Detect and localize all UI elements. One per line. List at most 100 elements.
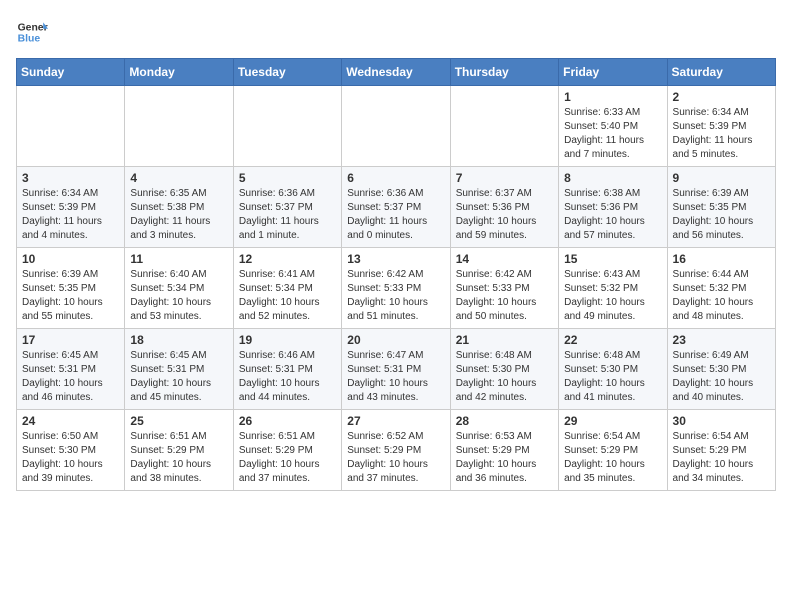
day-info: Sunrise: 6:41 AM Sunset: 5:34 PM Dayligh…	[239, 268, 336, 324]
day-info: Sunrise: 6:35 AM Sunset: 5:38 PM Dayligh…	[130, 187, 227, 243]
calendar-cell: 25 Sunrise: 6:51 AM Sunset: 5:29 PM Dayli…	[125, 410, 233, 491]
day-number: 24	[22, 414, 119, 428]
day-info: Sunrise: 6:51 AM Sunset: 5:29 PM Dayligh…	[130, 430, 227, 486]
day-info: Sunrise: 6:51 AM Sunset: 5:29 PM Dayligh…	[239, 430, 336, 486]
calendar-cell: 28Sunrise: 6:53 AM Sunset: 5:29 PM Dayli…	[450, 410, 558, 491]
day-number: 17	[22, 333, 119, 347]
calendar-cell: 8 Sunrise: 6:38 AM Sunset: 5:36 PM Daylig…	[559, 167, 667, 248]
weekday-header-friday: Friday	[559, 59, 667, 86]
calendar-cell: 1Sunrise: 6:33 AM Sunset: 5:40 PM Daylig…	[559, 86, 667, 167]
svg-text:Blue: Blue	[18, 34, 41, 45]
day-number: 15	[564, 252, 661, 266]
weekday-header-saturday: Saturday	[667, 59, 775, 86]
calendar-cell: 18 Sunrise: 6:45 AM Sunset: 5:31 PM Dayli…	[125, 329, 233, 410]
calendar-cell: 20 Sunrise: 6:47 AM Sunset: 5:31 PM Dayli…	[342, 329, 450, 410]
weekday-header-row: SundayMondayTuesdayWednesdayThursdayFrid…	[17, 59, 776, 86]
day-number: 16	[673, 252, 770, 266]
day-number: 22	[564, 333, 661, 347]
day-number: 8	[564, 171, 661, 185]
day-info: Sunrise: 6:54 AM Sunset: 5:29 PM Dayligh…	[564, 430, 661, 486]
day-number: 19	[239, 333, 336, 347]
day-info: Sunrise: 6:42 AM Sunset: 5:33 PM Dayligh…	[347, 268, 444, 324]
day-number: 11	[130, 252, 227, 266]
calendar-cell: 14 Sunrise: 6:42 AM Sunset: 5:33 PM Dayli…	[450, 248, 558, 329]
calendar-cell: 16 Sunrise: 6:44 AM Sunset: 5:32 PM Dayli…	[667, 248, 775, 329]
weekday-header-thursday: Thursday	[450, 59, 558, 86]
day-info: Sunrise: 6:39 AM Sunset: 5:35 PM Dayligh…	[673, 187, 770, 243]
day-info: Sunrise: 6:49 AM Sunset: 5:30 PM Dayligh…	[673, 349, 770, 405]
calendar-cell: 13 Sunrise: 6:42 AM Sunset: 5:33 PM Dayli…	[342, 248, 450, 329]
week-row-2: 3 Sunrise: 6:34 AM Sunset: 5:39 PM Daylig…	[17, 167, 776, 248]
logo: General Blue	[16, 16, 48, 48]
weekday-header-sunday: Sunday	[17, 59, 125, 86]
calendar-cell: 4 Sunrise: 6:35 AM Sunset: 5:38 PM Daylig…	[125, 167, 233, 248]
day-info: Sunrise: 6:37 AM Sunset: 5:36 PM Dayligh…	[456, 187, 553, 243]
day-number: 25	[130, 414, 227, 428]
day-number: 20	[347, 333, 444, 347]
day-number: 21	[456, 333, 553, 347]
calendar-cell: 12 Sunrise: 6:41 AM Sunset: 5:34 PM Dayli…	[233, 248, 341, 329]
day-number: 12	[239, 252, 336, 266]
day-info: Sunrise: 6:43 AM Sunset: 5:32 PM Dayligh…	[564, 268, 661, 324]
weekday-header-monday: Monday	[125, 59, 233, 86]
day-info: Sunrise: 6:42 AM Sunset: 5:33 PM Dayligh…	[456, 268, 553, 324]
calendar-cell: 23 Sunrise: 6:49 AM Sunset: 5:30 PM Dayli…	[667, 329, 775, 410]
day-info: Sunrise: 6:47 AM Sunset: 5:31 PM Dayligh…	[347, 349, 444, 405]
day-info: Sunrise: 6:50 AM Sunset: 5:30 PM Dayligh…	[22, 430, 119, 486]
calendar-cell: 29Sunrise: 6:54 AM Sunset: 5:29 PM Dayli…	[559, 410, 667, 491]
day-info: Sunrise: 6:54 AM Sunset: 5:29 PM Dayligh…	[673, 430, 770, 486]
day-number: 26	[239, 414, 336, 428]
day-number: 4	[130, 171, 227, 185]
calendar-cell: 11 Sunrise: 6:40 AM Sunset: 5:34 PM Dayli…	[125, 248, 233, 329]
calendar-cell	[125, 86, 233, 167]
week-row-5: 24 Sunrise: 6:50 AM Sunset: 5:30 PM Dayli…	[17, 410, 776, 491]
calendar-cell: 27 Sunrise: 6:52 AM Sunset: 5:29 PM Dayli…	[342, 410, 450, 491]
calendar-cell: 5 Sunrise: 6:36 AM Sunset: 5:37 PM Daylig…	[233, 167, 341, 248]
day-number: 3	[22, 171, 119, 185]
day-info: Sunrise: 6:38 AM Sunset: 5:36 PM Dayligh…	[564, 187, 661, 243]
day-number: 30	[673, 414, 770, 428]
day-info: Sunrise: 6:39 AM Sunset: 5:35 PM Dayligh…	[22, 268, 119, 324]
week-row-4: 17 Sunrise: 6:45 AM Sunset: 5:31 PM Dayli…	[17, 329, 776, 410]
day-number: 7	[456, 171, 553, 185]
week-row-3: 10 Sunrise: 6:39 AM Sunset: 5:35 PM Dayli…	[17, 248, 776, 329]
day-info: Sunrise: 6:36 AM Sunset: 5:37 PM Dayligh…	[347, 187, 444, 243]
calendar-cell: 30 Sunrise: 6:54 AM Sunset: 5:29 PM Dayli…	[667, 410, 775, 491]
day-info: Sunrise: 6:44 AM Sunset: 5:32 PM Dayligh…	[673, 268, 770, 324]
day-info: Sunrise: 6:52 AM Sunset: 5:29 PM Dayligh…	[347, 430, 444, 486]
day-number: 23	[673, 333, 770, 347]
day-info: Sunrise: 6:48 AM Sunset: 5:30 PM Dayligh…	[564, 349, 661, 405]
day-number: 14	[456, 252, 553, 266]
calendar-cell: 22 Sunrise: 6:48 AM Sunset: 5:30 PM Dayli…	[559, 329, 667, 410]
day-number: 28	[456, 414, 553, 428]
day-number: 13	[347, 252, 444, 266]
calendar-cell	[450, 86, 558, 167]
day-info: Sunrise: 6:45 AM Sunset: 5:31 PM Dayligh…	[22, 349, 119, 405]
day-info: Sunrise: 6:34 AM Sunset: 5:39 PM Dayligh…	[673, 106, 770, 162]
week-row-1: 1Sunrise: 6:33 AM Sunset: 5:40 PM Daylig…	[17, 86, 776, 167]
day-number: 27	[347, 414, 444, 428]
day-info: Sunrise: 6:36 AM Sunset: 5:37 PM Dayligh…	[239, 187, 336, 243]
day-info: Sunrise: 6:45 AM Sunset: 5:31 PM Dayligh…	[130, 349, 227, 405]
calendar-cell: 26 Sunrise: 6:51 AM Sunset: 5:29 PM Dayli…	[233, 410, 341, 491]
calendar-cell: 3 Sunrise: 6:34 AM Sunset: 5:39 PM Daylig…	[17, 167, 125, 248]
day-number: 6	[347, 171, 444, 185]
calendar-cell: 10 Sunrise: 6:39 AM Sunset: 5:35 PM Dayli…	[17, 248, 125, 329]
day-info: Sunrise: 6:40 AM Sunset: 5:34 PM Dayligh…	[130, 268, 227, 324]
calendar-cell: 21Sunrise: 6:48 AM Sunset: 5:30 PM Dayli…	[450, 329, 558, 410]
day-number: 1	[564, 90, 661, 104]
calendar-cell	[17, 86, 125, 167]
day-number: 2	[673, 90, 770, 104]
calendar-cell: 24 Sunrise: 6:50 AM Sunset: 5:30 PM Dayli…	[17, 410, 125, 491]
calendar-cell: 19Sunrise: 6:46 AM Sunset: 5:31 PM Dayli…	[233, 329, 341, 410]
day-number: 5	[239, 171, 336, 185]
calendar-cell	[233, 86, 341, 167]
day-number: 18	[130, 333, 227, 347]
day-number: 10	[22, 252, 119, 266]
calendar-cell: 15 Sunrise: 6:43 AM Sunset: 5:32 PM Dayli…	[559, 248, 667, 329]
page-header: General Blue	[16, 16, 776, 48]
weekday-header-tuesday: Tuesday	[233, 59, 341, 86]
calendar-cell: 7 Sunrise: 6:37 AM Sunset: 5:36 PM Daylig…	[450, 167, 558, 248]
day-info: Sunrise: 6:34 AM Sunset: 5:39 PM Dayligh…	[22, 187, 119, 243]
calendar-cell: 6 Sunrise: 6:36 AM Sunset: 5:37 PM Daylig…	[342, 167, 450, 248]
